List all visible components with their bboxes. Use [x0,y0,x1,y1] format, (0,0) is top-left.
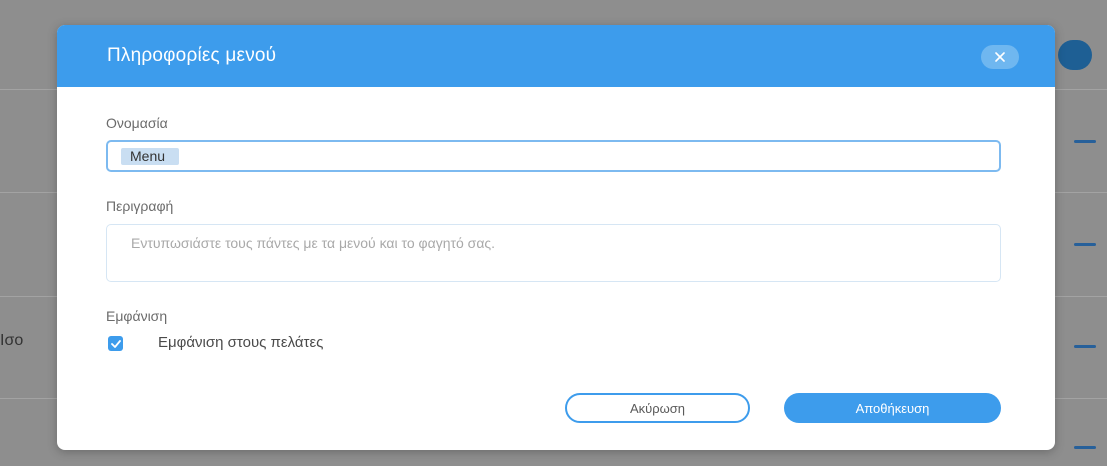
visibility-section-label: Εμφάνιση [106,308,168,324]
close-button[interactable] [981,45,1019,69]
background-row-menu-icon [1074,140,1096,143]
description-textarea[interactable] [106,224,1001,282]
show-to-customers-checkbox[interactable] [108,336,123,351]
name-field-label: Ονομασία [106,115,168,131]
menu-info-dialog: Πληροφορίες μενού Ονομασία Περιγραφή Εμφ… [57,25,1055,450]
dialog-title: Πληροφορίες μενού [107,45,277,66]
background-row-text: Ισο [0,332,24,349]
dialog-header: Πληροφορίες μενού [57,25,1055,87]
show-to-customers-label[interactable]: Εμφάνιση στους πελάτες [158,334,323,351]
background-row-menu-icon [1074,243,1096,246]
background-action-button [1058,40,1092,70]
background-row-menu-icon [1074,345,1096,348]
save-button[interactable]: Αποθήκευση [784,393,1001,423]
cancel-button[interactable]: Ακύρωση [565,393,750,423]
description-field-label: Περιγραφή [106,198,174,214]
checkmark-icon [110,339,121,348]
name-input[interactable] [106,140,1001,172]
close-icon [995,52,1005,62]
background-row-menu-icon [1074,446,1096,449]
